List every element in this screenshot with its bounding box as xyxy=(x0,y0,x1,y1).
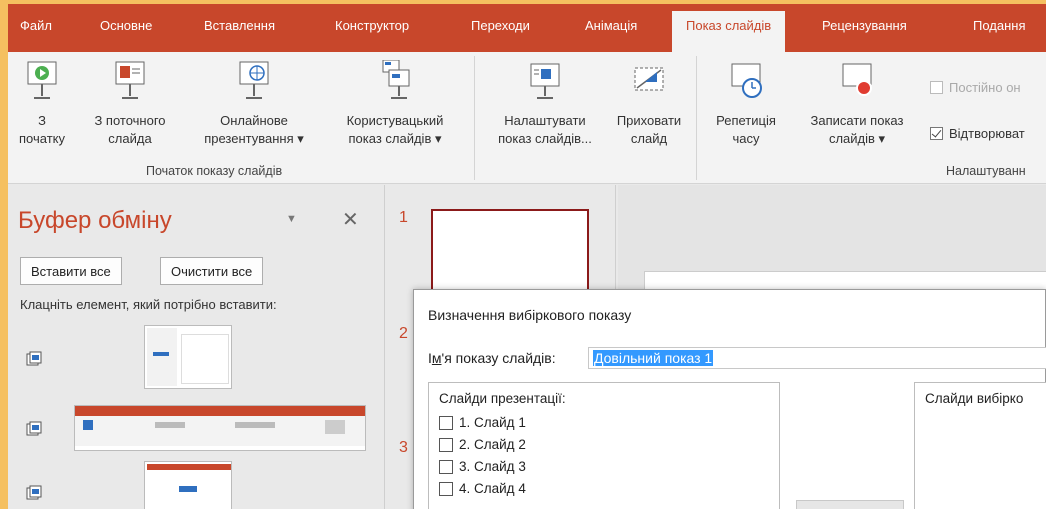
slide-list-item[interactable]: 4. Слайд 4 xyxy=(439,481,526,496)
show-name-label: Ім'я показу слайдів: xyxy=(428,350,556,366)
custom-slideshow-label-2: показ слайдів ▾ xyxy=(348,131,442,146)
slide-list-label: 3. Слайд 3 xyxy=(459,459,526,474)
checkbox-box xyxy=(930,81,943,94)
presentation-slides-list[interactable]: Слайди презентації: 1. Слайд 1 2. Слайд … xyxy=(428,382,780,509)
from-current-label-1: З поточного xyxy=(94,113,166,128)
record-label-1: Записати показ xyxy=(810,113,904,128)
group-label-setup: Налаштуванн xyxy=(946,164,1026,178)
clipboard-title: Буфер обміну xyxy=(18,207,172,234)
tab-review[interactable]: Рецензування xyxy=(822,18,907,33)
present-online-label-2: презентування ▾ xyxy=(204,131,304,146)
clipboard-item-slide-thumbnail[interactable] xyxy=(144,461,232,509)
record-label-2: слайдів ▾ xyxy=(828,131,886,146)
clipboard-item-slide-thumbnail[interactable] xyxy=(144,325,232,389)
record-icon xyxy=(842,63,872,96)
record-slideshow-button[interactable]: Записати показ слайдів ▾ xyxy=(798,60,916,148)
clipboard-item-icon xyxy=(26,485,42,500)
slide-number: 2 xyxy=(399,325,408,342)
label-accelerator: м xyxy=(431,350,442,366)
custom-slideshow-icon xyxy=(382,60,410,99)
tab-animations[interactable]: Анімація xyxy=(585,18,637,33)
hide-slide-label-2: слайд xyxy=(630,131,668,146)
ribbon-tab-bar: Файл Основне Вставлення Конструктор Пере… xyxy=(8,4,1046,52)
ribbon-separator xyxy=(474,56,475,180)
define-custom-show-dialog: Визначення вибіркового показу Ім'я показ… xyxy=(413,289,1046,509)
show-name-value: Довільний показ 1 xyxy=(593,350,714,366)
setup-slideshow-button[interactable]: Налаштувати показ слайдів... xyxy=(486,60,604,148)
from-beginning-button[interactable]: З початку xyxy=(14,60,70,148)
ribbon-separator xyxy=(696,56,697,180)
from-beginning-label-2: початку xyxy=(19,131,65,146)
tab-slideshow[interactable]: Показ слайдів xyxy=(672,11,786,52)
loop-continuously-label: Постійно он xyxy=(949,80,1021,95)
slide-number: 1 xyxy=(399,209,408,226)
label-rest: 'я показу слайдів: xyxy=(441,350,556,366)
setup-slideshow-label-1: Налаштувати xyxy=(504,113,586,128)
slide-list-item[interactable]: 3. Слайд 3 xyxy=(439,459,526,474)
clipboard-pane: Буфер обміну ▼ ✕ Вставити все Очистити в… xyxy=(8,185,382,509)
present-online-label-1: Онлайнове xyxy=(220,113,288,128)
tab-file[interactable]: Файл xyxy=(20,18,52,33)
rehearse-timings-button[interactable]: Репетиція часу xyxy=(702,60,790,148)
slide-number: 3 xyxy=(399,439,408,456)
slide-checkbox[interactable] xyxy=(439,481,453,496)
rehearse-label-1: Репетиція xyxy=(716,113,776,128)
presentation-current-icon xyxy=(115,61,145,99)
checkbox-checked-box xyxy=(930,127,943,140)
tab-insert[interactable]: Вставлення xyxy=(204,18,275,33)
slide-checkbox[interactable] xyxy=(439,415,453,430)
play-narrations-label: Відтворюват xyxy=(949,126,1025,141)
add-slide-button[interactable] xyxy=(796,500,904,509)
clipboard-item-icon xyxy=(26,421,42,436)
show-name-input[interactable]: Довільний показ 1 xyxy=(588,347,1046,369)
clipboard-hint: Клацніть елемент, який потрібно вставити… xyxy=(20,297,277,312)
custom-show-slides-list[interactable]: Слайди вибірко xyxy=(914,382,1046,509)
clipboard-item-icon xyxy=(26,351,42,366)
paste-all-button[interactable]: Вставити все xyxy=(20,257,122,285)
rehearse-label-2: часу xyxy=(732,131,760,146)
slide-list-label: 4. Слайд 4 xyxy=(459,481,526,496)
slide-checkbox[interactable] xyxy=(439,437,453,452)
from-current-label-2: слайда xyxy=(108,131,152,146)
ribbon-slideshow: З початку З поточного слайда Онлайнове п… xyxy=(8,52,1046,184)
presentation-slides-header: Слайди презентації: xyxy=(439,391,566,406)
custom-slideshow-label-1: Користувацький xyxy=(346,113,444,128)
rehearse-timer-icon xyxy=(731,63,762,98)
from-beginning-label-1: З xyxy=(38,113,46,128)
slide-list-item[interactable]: 1. Слайд 1 xyxy=(439,415,526,430)
clipboard-item-ribbon-screenshot[interactable] xyxy=(74,405,366,451)
hide-slide-icon xyxy=(634,67,664,91)
slide-checkbox[interactable] xyxy=(439,459,453,474)
present-online-icon xyxy=(239,61,269,99)
group-label-start-slideshow: Початок показу слайдів xyxy=(146,164,283,178)
presentation-play-icon xyxy=(27,61,57,99)
slide-list-label: 2. Слайд 2 xyxy=(459,437,526,452)
dialog-title: Визначення вибіркового показу xyxy=(428,307,632,323)
slide-list-label: 1. Слайд 1 xyxy=(459,415,526,430)
chevron-down-icon[interactable]: ▼ xyxy=(286,213,297,225)
from-current-slide-button[interactable]: З поточного слайда xyxy=(82,60,178,148)
setup-slideshow-label-2: показ слайдів... xyxy=(498,131,592,146)
tab-home[interactable]: Основне xyxy=(100,18,152,33)
hide-slide-button[interactable]: Приховати слайд xyxy=(612,60,686,148)
play-narrations-checkbox[interactable]: Відтворюват xyxy=(930,126,1025,141)
custom-show-slides-header: Слайди вибірко xyxy=(925,391,1024,406)
hide-slide-label-1: Приховати xyxy=(616,113,682,128)
slide-list-item[interactable]: 2. Слайд 2 xyxy=(439,437,526,452)
tab-transitions[interactable]: Переходи xyxy=(471,18,530,33)
custom-slideshow-button[interactable]: Користувацький показ слайдів ▾ xyxy=(328,60,462,148)
tab-design[interactable]: Конструктор xyxy=(335,18,409,33)
loop-continuously-checkbox[interactable]: Постійно он xyxy=(930,80,1021,95)
close-icon[interactable]: ✕ xyxy=(342,207,359,232)
clear-all-button[interactable]: Очистити все xyxy=(160,257,264,285)
present-online-button[interactable]: Онлайнове презентування ▾ xyxy=(192,60,316,148)
tab-view[interactable]: Подання xyxy=(973,18,1026,33)
setup-slideshow-icon xyxy=(530,63,560,99)
